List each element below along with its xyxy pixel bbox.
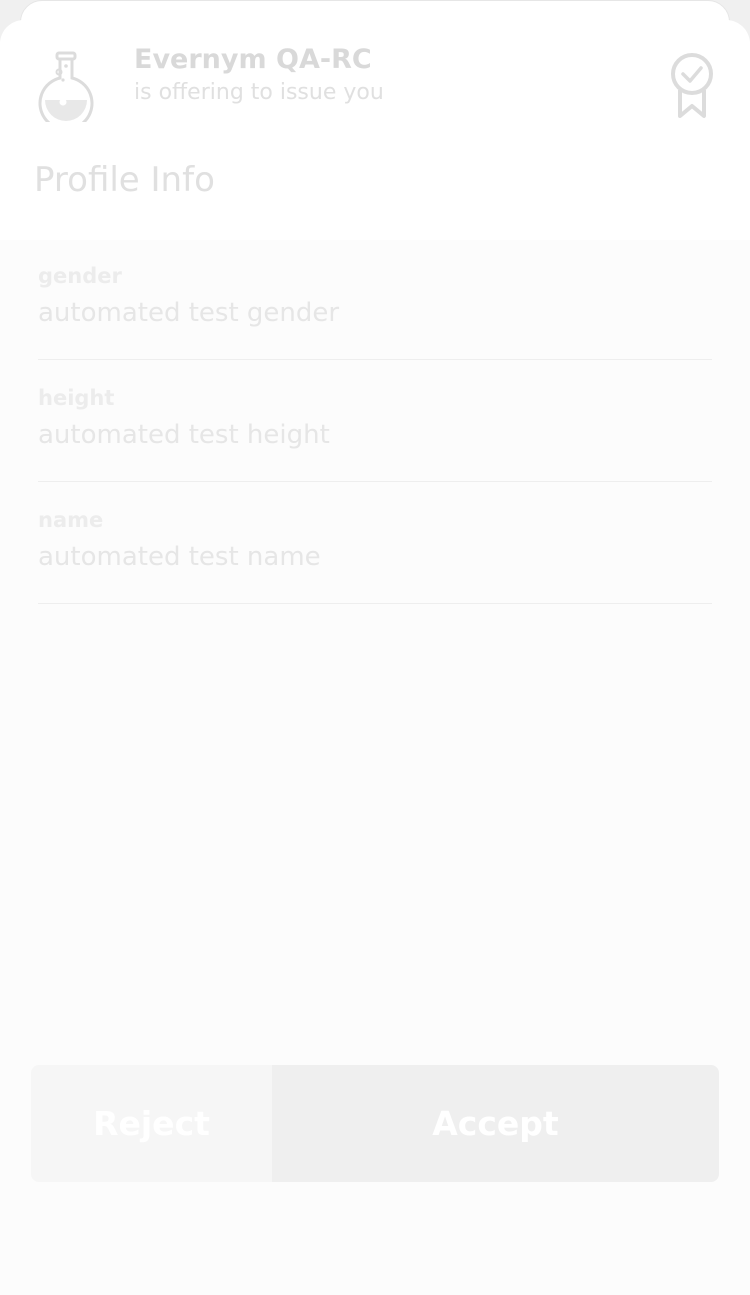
accept-button[interactable]: Accept: [272, 1065, 719, 1182]
reject-button[interactable]: Reject: [31, 1065, 272, 1182]
offer-header: Evernym QA-RC is offering to issue you P…: [0, 20, 750, 240]
attribute-row-gender: gender automated test gender: [38, 238, 712, 360]
offer-actions: Reject Accept: [31, 1065, 719, 1182]
attribute-label: gender: [38, 264, 122, 288]
attribute-label: name: [38, 508, 104, 532]
attribute-row-height: height automated test height: [38, 360, 712, 482]
issuer-name: Evernym QA-RC: [134, 44, 372, 75]
award-ribbon-icon: [668, 52, 716, 120]
attribute-value: automated test gender: [38, 298, 340, 328]
attribute-value: automated test height: [38, 420, 330, 450]
credential-title: Profile Info: [34, 160, 215, 200]
attribute-value: automated test name: [38, 542, 321, 572]
attribute-label: height: [38, 386, 115, 410]
issuer-subtitle: is offering to issue you: [134, 80, 384, 105]
attribute-row-name: name automated test name: [38, 482, 712, 604]
flask-icon: [36, 50, 96, 131]
